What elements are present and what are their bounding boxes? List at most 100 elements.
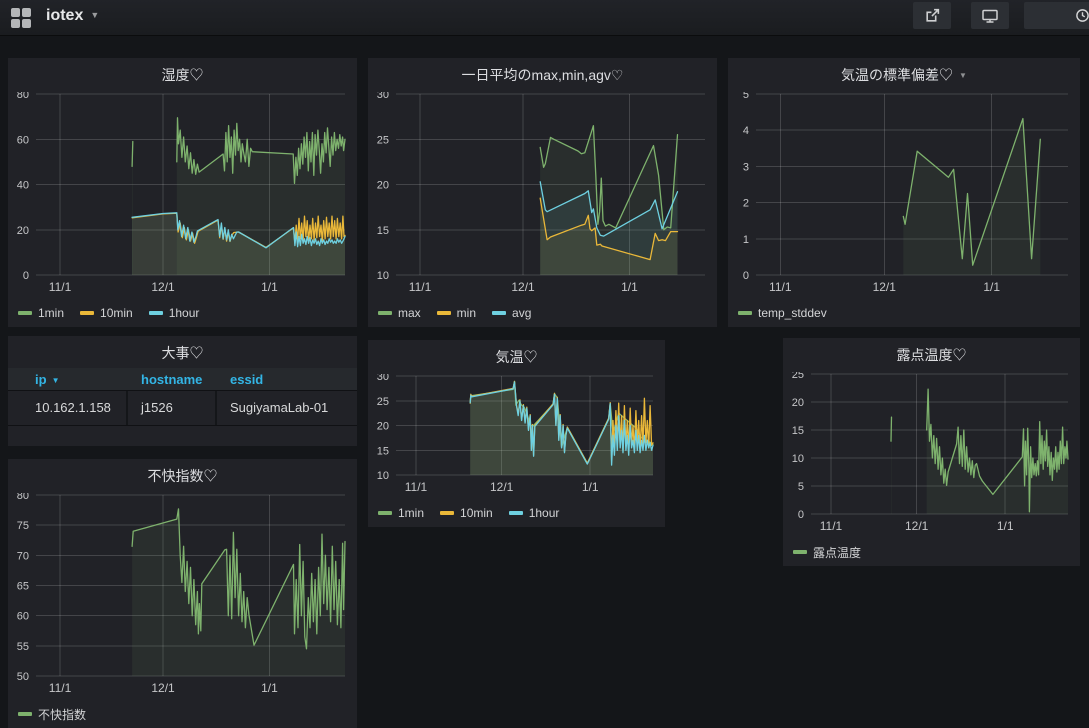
legend-swatch — [492, 311, 506, 315]
svg-text:20: 20 — [377, 180, 389, 192]
panel-temperature: 気温♡ 101520253011/112/11/1 1min10min1hour — [368, 340, 665, 527]
svg-text:20: 20 — [17, 225, 29, 237]
legend-item-10min[interactable]: 10min — [80, 306, 133, 320]
legend-item-min[interactable]: min — [437, 306, 476, 320]
legend-label: temp_stddev — [758, 306, 827, 320]
chart-canvas[interactable]: 101520253011/112/11/1 — [368, 374, 665, 497]
legend-item-不快指数[interactable]: 不快指数 — [18, 706, 86, 723]
legend-item-10min[interactable]: 10min — [440, 506, 493, 520]
legend-swatch — [18, 311, 32, 315]
panel-title[interactable]: 一日平均のmax,min,agv♡ — [368, 65, 717, 85]
panel-menu-caret-icon[interactable]: ▼ — [959, 71, 967, 80]
svg-text:75: 75 — [17, 520, 29, 532]
legend-item-1min[interactable]: 1min — [18, 306, 64, 320]
legend-swatch — [437, 311, 451, 315]
legend-label: 不快指数 — [38, 706, 86, 723]
column-header-essid[interactable]: essid — [230, 372, 263, 387]
legend-swatch — [18, 712, 32, 716]
legend-item-露点温度[interactable]: 露点温度 — [793, 544, 861, 561]
column-header-ip[interactable]: ip▼ — [35, 372, 59, 387]
cell-hostname: j1526 — [141, 400, 173, 415]
panel-daily-max-min-avg: 一日平均のmax,min,agv♡ 101520253011/112/11/1 … — [368, 58, 717, 327]
legend-label: 1hour — [169, 306, 200, 320]
svg-text:40: 40 — [17, 180, 29, 192]
logo-square — [22, 8, 31, 17]
chart-legend: 1min 10min 1hour — [378, 505, 559, 521]
panel-title-text: 湿度♡ — [162, 67, 204, 83]
svg-text:10: 10 — [377, 270, 389, 282]
logo-square — [11, 19, 20, 28]
panel-title-text: 気温の標準偏差♡ — [841, 67, 953, 83]
svg-text:1/1: 1/1 — [582, 480, 599, 494]
panel-title-text: 露点温度♡ — [897, 347, 967, 363]
svg-text:15: 15 — [377, 445, 389, 457]
dashboard-title-dropdown[interactable]: iotex▼ — [46, 7, 99, 25]
top-navbar: iotex▼ Last 9 — [0, 0, 1089, 36]
chart-canvas[interactable]: 101520253011/112/11/1 — [368, 92, 717, 297]
legend-swatch — [440, 511, 454, 515]
share-icon — [924, 7, 941, 24]
chart-canvas[interactable]: 051015202511/112/11/1 — [783, 372, 1080, 536]
svg-text:12/1: 12/1 — [151, 280, 175, 294]
chart-legend: temp_stddev — [738, 305, 827, 321]
svg-text:25: 25 — [792, 372, 804, 381]
grafana-menu-icon[interactable] — [11, 8, 31, 28]
svg-text:65: 65 — [17, 581, 29, 593]
legend-item-temp_stddev[interactable]: temp_stddev — [738, 306, 827, 320]
legend-item-1hour[interactable]: 1hour — [149, 306, 200, 320]
svg-text:3: 3 — [743, 161, 749, 173]
panel-temp-stddev: 気温の標準偏差♡▼ 01234511/112/11/1 temp_stddev — [728, 58, 1080, 327]
table-row: 10.162.1.158 j1526 SugiyamaLab-01 — [8, 391, 357, 426]
legend-swatch — [738, 311, 752, 315]
legend-label: 1min — [398, 506, 424, 520]
legend-item-max[interactable]: max — [378, 306, 421, 320]
chart-canvas[interactable]: 02040608011/112/11/1 — [8, 92, 357, 297]
logo-square — [22, 19, 31, 28]
monitor-icon — [981, 7, 999, 24]
svg-text:15: 15 — [792, 425, 804, 437]
chart-canvas[interactable]: 01234511/112/11/1 — [728, 92, 1080, 297]
svg-text:1/1: 1/1 — [997, 519, 1014, 533]
svg-text:20: 20 — [377, 421, 389, 433]
svg-text:15: 15 — [377, 225, 389, 237]
time-range-picker[interactable]: Last 9 — [1024, 2, 1089, 29]
svg-text:55: 55 — [17, 641, 29, 653]
legend-label: min — [457, 306, 476, 320]
svg-text:10: 10 — [377, 470, 389, 482]
svg-text:4: 4 — [743, 125, 749, 137]
svg-text:2: 2 — [743, 198, 749, 210]
panel-title[interactable]: 露点温度♡ — [783, 345, 1080, 365]
panel-title[interactable]: 不快指数♡ — [8, 466, 357, 486]
legend-item-1min[interactable]: 1min — [378, 506, 424, 520]
column-header-hostname[interactable]: hostname — [141, 372, 202, 387]
svg-text:5: 5 — [798, 481, 804, 493]
svg-text:1/1: 1/1 — [983, 280, 1000, 294]
column-header-label: essid — [230, 372, 263, 387]
chart-legend: 1min 10min 1hour — [18, 305, 199, 321]
panel-discomfort-index: 不快指数♡ 5055606570758011/112/11/1 不快指数 — [8, 459, 357, 728]
share-dashboard-button[interactable] — [913, 2, 951, 29]
svg-text:20: 20 — [792, 397, 804, 409]
panel-title[interactable]: 気温の標準偏差♡ ▼ — [728, 65, 1080, 85]
svg-text:1/1: 1/1 — [261, 681, 278, 695]
panel-title-text: 不快指数♡ — [148, 468, 218, 484]
svg-text:80: 80 — [17, 493, 29, 502]
chart-canvas[interactable]: 5055606570758011/112/11/1 — [8, 493, 357, 698]
column-header-label: hostname — [141, 372, 202, 387]
svg-text:5: 5 — [743, 92, 749, 101]
legend-item-avg[interactable]: avg — [492, 306, 531, 320]
tv-mode-button[interactable] — [971, 2, 1009, 29]
cell-essid: SugiyamaLab-01 — [230, 400, 328, 415]
svg-text:1/1: 1/1 — [261, 280, 278, 294]
legend-label: 10min — [460, 506, 493, 520]
svg-text:60: 60 — [17, 134, 29, 146]
svg-text:12/1: 12/1 — [873, 280, 897, 294]
legend-item-1hour[interactable]: 1hour — [509, 506, 560, 520]
panel-title[interactable]: 大事♡ — [8, 343, 357, 363]
legend-label: avg — [512, 306, 531, 320]
panel-title[interactable]: 気温♡ — [368, 347, 665, 367]
svg-text:30: 30 — [377, 374, 389, 383]
panel-title[interactable]: 湿度♡ — [8, 65, 357, 85]
legend-swatch — [793, 550, 807, 554]
svg-text:50: 50 — [17, 671, 29, 683]
